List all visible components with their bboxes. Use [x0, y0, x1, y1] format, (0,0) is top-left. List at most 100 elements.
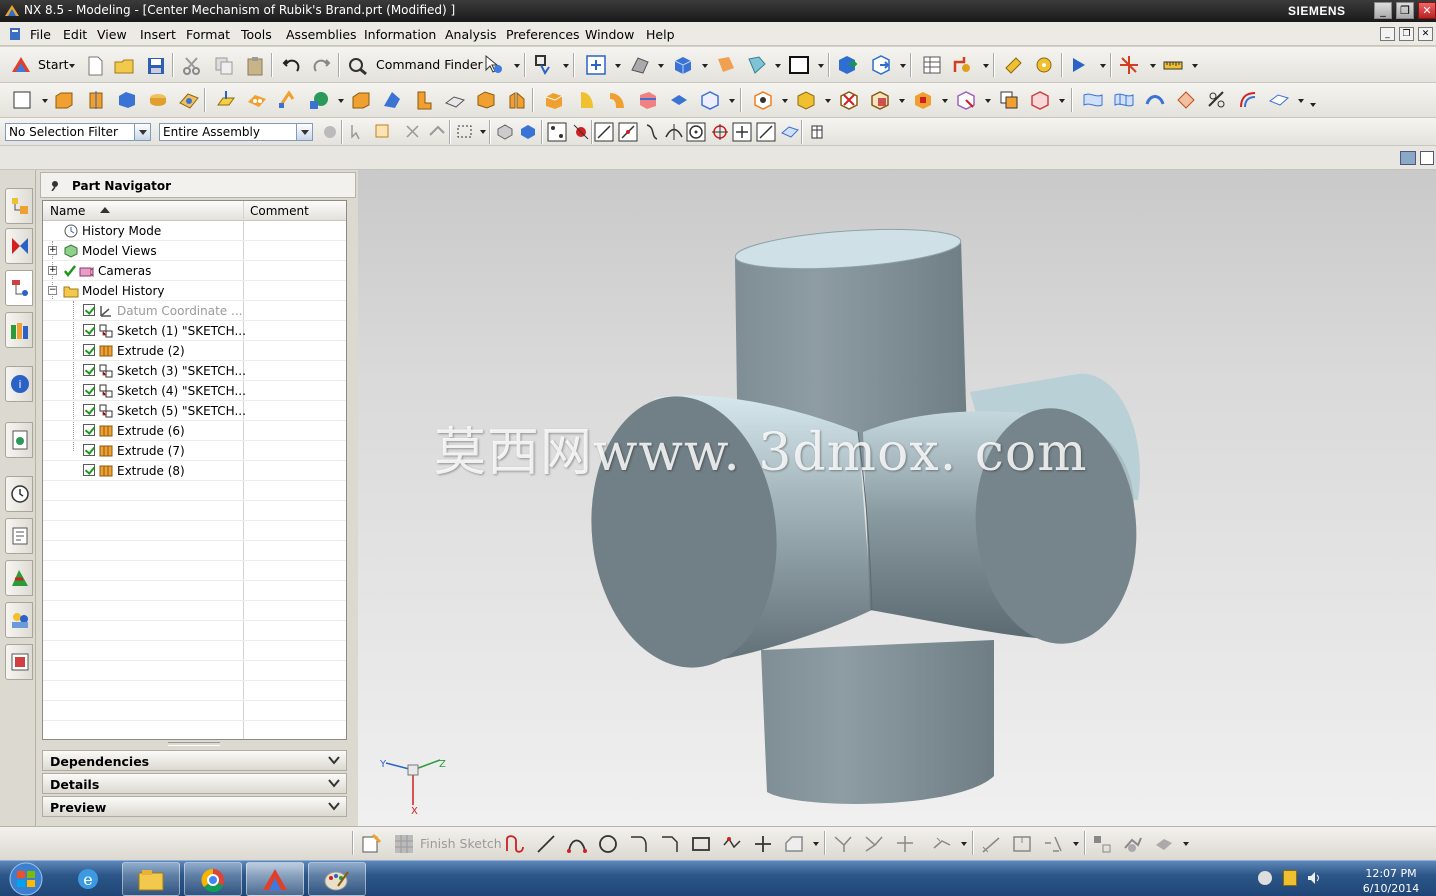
undo-icon[interactable] — [280, 55, 302, 77]
start-button[interactable]: Start — [38, 57, 69, 72]
taskbar-paint[interactable] — [308, 862, 366, 896]
hide-body-icon[interactable] — [1029, 89, 1051, 111]
play-dropdown-icon[interactable] — [1100, 64, 1106, 68]
mesh-surface-icon[interactable] — [1113, 89, 1135, 111]
body-color-dropdown-icon[interactable] — [825, 99, 831, 103]
finish-sketch-button[interactable]: Finish Sketch — [420, 836, 502, 851]
menu-format[interactable]: Format — [186, 27, 230, 42]
wcs-dropdown-icon[interactable] — [985, 99, 991, 103]
invert-dropdown-icon[interactable] — [899, 99, 905, 103]
system-materials-tab[interactable] — [5, 602, 33, 638]
hide-body-dropdown-icon[interactable] — [1059, 99, 1065, 103]
subtract-dropdown-icon[interactable] — [338, 99, 344, 103]
section-view-icon[interactable] — [746, 54, 768, 76]
snap-point-on-curve-icon[interactable] — [755, 121, 777, 143]
animate-dimension-icon[interactable] — [1122, 833, 1144, 855]
tree-row-sketch-3[interactable]: Sketch (3) "SKETCH... — [43, 361, 346, 381]
blank-icon[interactable] — [838, 89, 860, 111]
splitter-handle[interactable] — [168, 742, 220, 746]
toolbar-overflow-icon[interactable] — [1310, 103, 1316, 107]
cylinder-icon[interactable] — [147, 89, 169, 111]
tray-clock[interactable]: 12:07 PM 6/10/2014 — [1360, 866, 1422, 896]
swept-icon[interactable] — [1144, 89, 1166, 111]
tree-row-sketch-1[interactable]: Sketch (1) "SKETCH... — [43, 321, 346, 341]
show-constraints-icon[interactable] — [1091, 833, 1113, 855]
collapse-icon[interactable]: − — [48, 286, 57, 295]
menu-preferences[interactable]: Preferences — [506, 27, 580, 42]
hole-icon[interactable] — [178, 89, 200, 111]
grid-dropdown-icon[interactable] — [1150, 64, 1156, 68]
doc-restore-button[interactable]: ❐ — [1399, 27, 1414, 41]
fit-dropdown-icon[interactable] — [615, 64, 621, 68]
select-edges-icon[interactable] — [402, 121, 424, 143]
chevron-down-icon[interactable] — [328, 777, 340, 789]
constraint-navigator-tab[interactable] — [5, 228, 33, 264]
tray-security-icon[interactable] — [1283, 870, 1297, 886]
snap-intersection-icon[interactable] — [663, 121, 685, 143]
component-dropdown-icon[interactable] — [900, 64, 906, 68]
palette-tab[interactable] — [5, 644, 33, 680]
extension-icon[interactable] — [1268, 89, 1290, 111]
layer-dropdown-icon[interactable] — [818, 64, 824, 68]
circle-icon[interactable] — [597, 833, 619, 855]
taskbar-explorer[interactable] — [122, 862, 180, 896]
menu-tools[interactable]: Tools — [241, 27, 272, 42]
chamfer-sketch-icon[interactable] — [659, 833, 681, 855]
extension-dropdown-icon[interactable] — [1298, 99, 1304, 103]
resize-face-icon[interactable] — [606, 89, 628, 111]
doc-minimize-button[interactable]: _ — [1380, 27, 1395, 41]
menu-assemblies[interactable]: Assemblies — [286, 27, 357, 42]
measure-dropdown-icon[interactable] — [1192, 64, 1198, 68]
unite-icon[interactable] — [277, 89, 299, 111]
layer-icon[interactable] — [788, 54, 810, 76]
new-file-icon[interactable] — [84, 55, 106, 77]
snap-quadrant-icon[interactable] — [709, 121, 731, 143]
shading-dropdown-icon[interactable] — [658, 64, 664, 68]
measure-icon[interactable] — [1162, 54, 1184, 76]
selection-dropdown-icon[interactable] — [514, 64, 520, 68]
scope-dropdown[interactable]: Entire Assembly — [159, 123, 313, 141]
cube-dropdown-icon[interactable] — [729, 99, 735, 103]
arc-icon[interactable] — [566, 833, 588, 855]
fillet-icon[interactable] — [628, 833, 650, 855]
polygon-icon[interactable] — [721, 833, 743, 855]
revolve-icon[interactable] — [85, 89, 107, 111]
visibility-checkbox[interactable] — [83, 324, 95, 336]
fit-view-icon[interactable] — [585, 54, 607, 76]
tree-row-extrude-2[interactable]: Extrude (2) — [43, 341, 346, 361]
web-browser-tab[interactable] — [5, 422, 33, 458]
show-hide-dropdown-icon[interactable] — [782, 99, 788, 103]
play-icon[interactable] — [1069, 54, 1091, 76]
selection-icon[interactable] — [482, 53, 504, 75]
profile-icon[interactable] — [504, 833, 526, 855]
trim-body-icon[interactable] — [444, 89, 466, 111]
reattach-icon[interactable] — [1153, 833, 1175, 855]
tray-network-icon[interactable] — [1258, 871, 1272, 885]
menu-edit[interactable]: Edit — [63, 27, 87, 42]
constraints-dropdown-icon[interactable] — [961, 842, 967, 846]
snap-midpoint-icon[interactable] — [570, 121, 592, 143]
save-icon[interactable] — [145, 55, 167, 77]
visibility-checkbox[interactable] — [83, 384, 95, 396]
show-hide-icon[interactable] — [752, 89, 774, 111]
start-icon[interactable] — [10, 54, 32, 76]
subtract-icon[interactable] — [308, 89, 330, 111]
routing-dropdown-icon[interactable] — [983, 64, 989, 68]
shading-icon[interactable] — [629, 54, 651, 76]
sketch-dropdown-icon[interactable] — [42, 99, 48, 103]
snap-endpoint-icon[interactable] — [546, 121, 568, 143]
auto-constrain-icon[interactable] — [1042, 833, 1064, 855]
body-color-icon[interactable] — [795, 89, 817, 111]
shell-icon[interactable] — [413, 89, 435, 111]
tree-row-model-views[interactable]: + Model Views — [43, 241, 346, 261]
command-finder-icon[interactable] — [347, 55, 369, 77]
visibility-checkbox[interactable] — [83, 404, 95, 416]
line-icon[interactable] — [535, 833, 557, 855]
datum-plane-icon[interactable] — [215, 89, 237, 111]
sketch-plane-icon[interactable] — [12, 89, 34, 111]
select-faces-icon[interactable] — [426, 121, 448, 143]
menu-window[interactable]: Window — [585, 27, 634, 42]
rectangle-select-dropdown-icon[interactable] — [480, 130, 486, 134]
name-column-header[interactable]: Name — [50, 204, 85, 218]
select-bodies-icon[interactable] — [372, 121, 394, 143]
